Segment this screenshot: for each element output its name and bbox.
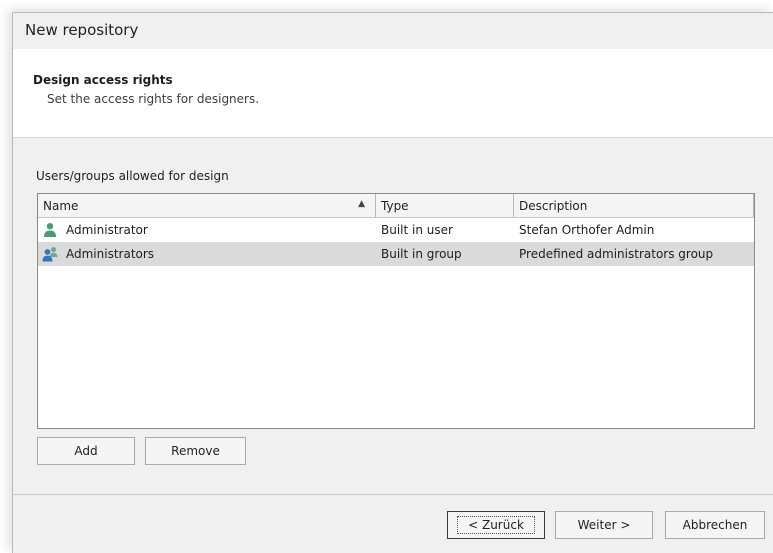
row-type: Built in user [381, 223, 453, 237]
next-button[interactable]: Weiter > [555, 511, 653, 539]
cell-name: Administrator [38, 218, 376, 242]
cell-type: Built in group [376, 242, 514, 266]
cell-description: Stefan Orthofer Admin [514, 218, 754, 242]
back-button-label: < Zurück [457, 516, 535, 534]
users-groups-label: Users/groups allowed for design [36, 169, 229, 183]
row-type: Built in group [381, 247, 462, 261]
cancel-button[interactable]: Abbrechen [665, 511, 765, 539]
grid-header: Name ▲ Type Description [38, 194, 754, 218]
user-icon [44, 223, 56, 237]
title-bar: New repository [13, 13, 773, 49]
remove-button[interactable]: Remove [145, 437, 246, 465]
back-button[interactable]: < Zurück [447, 511, 545, 539]
page-title: Design access rights [33, 73, 173, 87]
column-header-name[interactable]: Name ▲ [38, 194, 376, 217]
column-header-description[interactable]: Description [514, 194, 754, 217]
cell-description: Predefined administrators group [514, 242, 754, 266]
cell-type: Built in user [376, 218, 514, 242]
sort-ascending-icon: ▲ [358, 199, 365, 209]
footer-separator [13, 494, 773, 495]
cell-name: Administrators [38, 242, 376, 266]
column-header-name-label: Name [43, 198, 79, 213]
row-name: Administrator [66, 223, 148, 237]
table-row[interactable]: Administrator Built in user Stefan Ortho… [38, 218, 754, 242]
column-header-description-label: Description [519, 198, 588, 213]
table-row[interactable]: Administrators Built in group Predefined… [38, 242, 754, 266]
page-subtitle: Set the access rights for designers. [47, 92, 260, 106]
add-button[interactable]: Add [37, 437, 135, 465]
wizard-header: Design access rights Set the access righ… [13, 49, 773, 138]
column-header-type-label: Type [381, 198, 409, 213]
row-description: Stefan Orthofer Admin [519, 223, 655, 237]
row-description: Predefined administrators group [519, 247, 714, 261]
users-groups-grid[interactable]: Name ▲ Type Description Administrator Bu… [37, 193, 755, 429]
window-title: New repository [25, 21, 139, 39]
new-repository-dialog: New repository Design access rights Set … [12, 12, 773, 553]
row-name: Administrators [66, 247, 155, 261]
column-header-type[interactable]: Type [376, 194, 514, 217]
group-icon [42, 247, 58, 262]
